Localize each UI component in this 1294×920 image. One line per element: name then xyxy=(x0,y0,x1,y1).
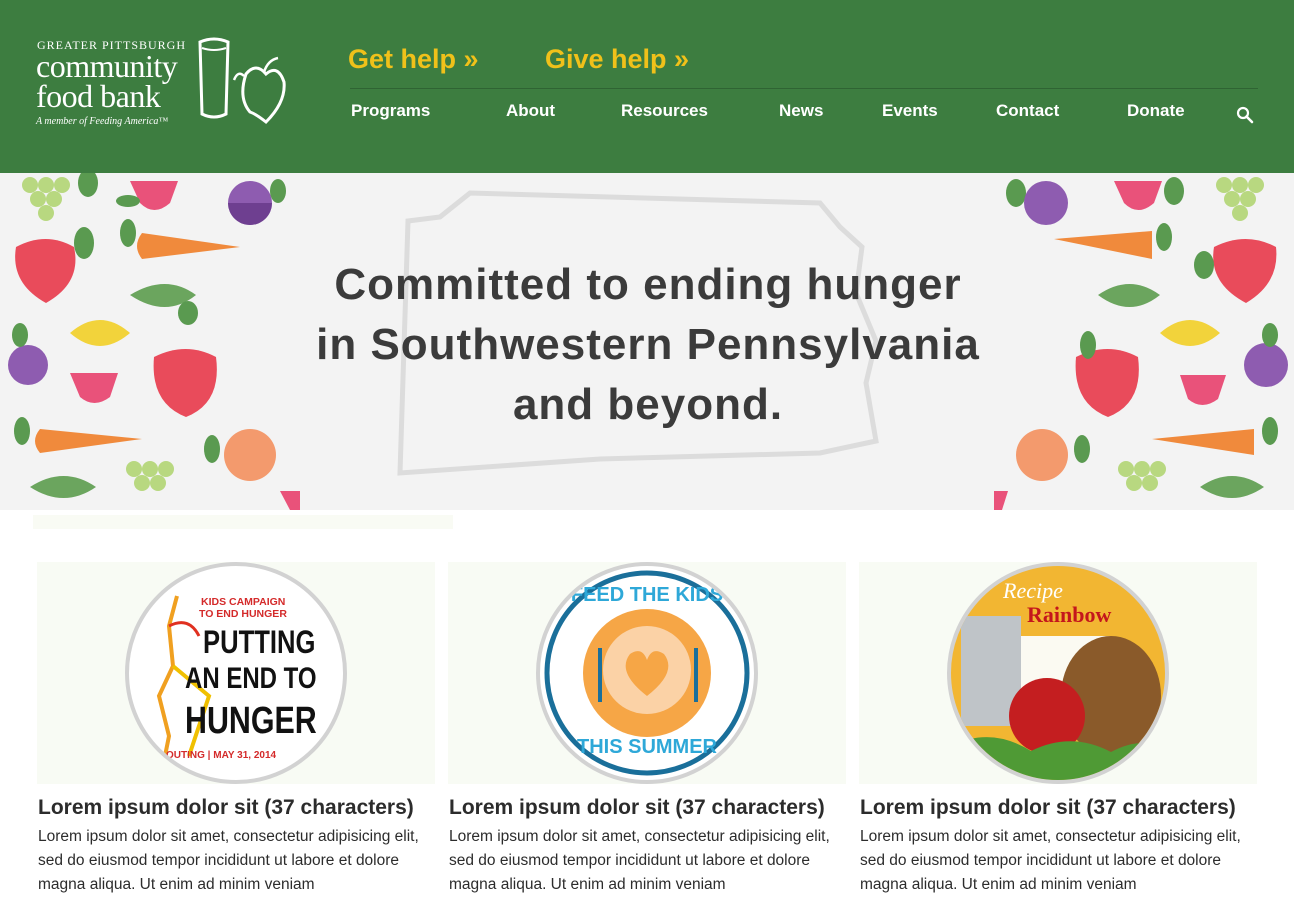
card-image[interactable]: FEED THE KIDS THIS SUMMER xyxy=(448,562,846,784)
can-apple-icon xyxy=(198,37,286,125)
card-body: Lorem ipsum dolor sit amet, consectetur … xyxy=(449,828,830,893)
nav-donate[interactable]: Donate xyxy=(1127,101,1185,121)
card-title[interactable]: Lorem ipsum dolor sit (37 characters) xyxy=(860,794,1257,821)
feature-card[interactable]: Recipe Rainbow Lorem ipsum dolor sit (37… xyxy=(859,562,1257,897)
nav-resources[interactable]: Resources xyxy=(621,101,708,121)
hero-headline-line-2: in Southwestern Pennsylvania xyxy=(316,320,980,369)
card-image[interactable]: Recipe Rainbow xyxy=(859,562,1257,784)
image-main-2: AN END TO xyxy=(185,662,317,695)
feature-card[interactable]: FEED THE KIDS THIS SUMMER Lorem ipsum do… xyxy=(448,562,846,897)
logo[interactable]: GREATER PITTSBURGH community food bank A… xyxy=(36,36,296,136)
card-title[interactable]: Lorem ipsum dolor sit (37 characters) xyxy=(38,794,435,821)
nav-contact[interactable]: Contact xyxy=(996,101,1059,121)
get-help-link[interactable]: Get help » xyxy=(348,44,479,75)
image-caption-top: FEED THE KIDS xyxy=(570,584,724,606)
image-caption-top: Recipe xyxy=(1003,578,1063,603)
nav-about[interactable]: About xyxy=(506,101,555,121)
give-help-link[interactable]: Give help » xyxy=(545,44,689,75)
image-main: Rainbow xyxy=(1027,602,1112,627)
image-main-1: PUTTING xyxy=(203,624,316,660)
nav-news[interactable]: News xyxy=(779,101,823,121)
card-image[interactable]: KIDS CAMPAIGN TO END HUNGER PUTTING AN E… xyxy=(37,562,435,784)
logo-line-2: food bank xyxy=(36,78,161,114)
produce-decoration-left-icon xyxy=(8,173,300,510)
divider-strip xyxy=(33,515,453,529)
card-body: Lorem ipsum dolor sit amet, consectetur … xyxy=(860,828,1241,893)
hero-headline-line-3: and beyond. xyxy=(512,380,784,429)
image-footer: LF OUTING | MAY 31, 2014 xyxy=(151,750,277,761)
hero-headline: Committed to ending hunger in Southweste… xyxy=(270,255,1026,435)
feed-the-kids-image[interactable]: FEED THE KIDS THIS SUMMER xyxy=(536,562,758,784)
card-body: Lorem ipsum dolor sit amet, consectetur … xyxy=(38,828,419,893)
kids-campaign-image[interactable]: KIDS CAMPAIGN TO END HUNGER PUTTING AN E… xyxy=(125,562,347,784)
image-caption-top-2: TO END HUNGER xyxy=(199,608,287,620)
image-main-3: HUNGER xyxy=(185,700,317,742)
card-title[interactable]: Lorem ipsum dolor sit (37 characters) xyxy=(449,794,846,821)
produce-decoration-right-icon xyxy=(994,177,1288,510)
hero-banner: Committed to ending hunger in Southweste… xyxy=(0,173,1294,510)
header-divider xyxy=(350,88,1258,89)
site-header: GREATER PITTSBURGH community food bank A… xyxy=(0,0,1294,173)
recipe-rainbow-image[interactable]: Recipe Rainbow xyxy=(947,562,1169,784)
image-caption-bottom: THIS SUMMER xyxy=(577,736,717,758)
logo-member-text: A member of Feeding America™ xyxy=(36,116,169,127)
feature-card[interactable]: KIDS CAMPAIGN TO END HUNGER PUTTING AN E… xyxy=(37,562,435,897)
image-caption-top: KIDS CAMPAIGN xyxy=(201,596,286,608)
nav-programs[interactable]: Programs xyxy=(351,101,430,121)
nav-events[interactable]: Events xyxy=(882,101,938,121)
search-icon[interactable] xyxy=(1236,106,1254,124)
hero-headline-line-1: Committed to ending hunger xyxy=(334,260,962,309)
